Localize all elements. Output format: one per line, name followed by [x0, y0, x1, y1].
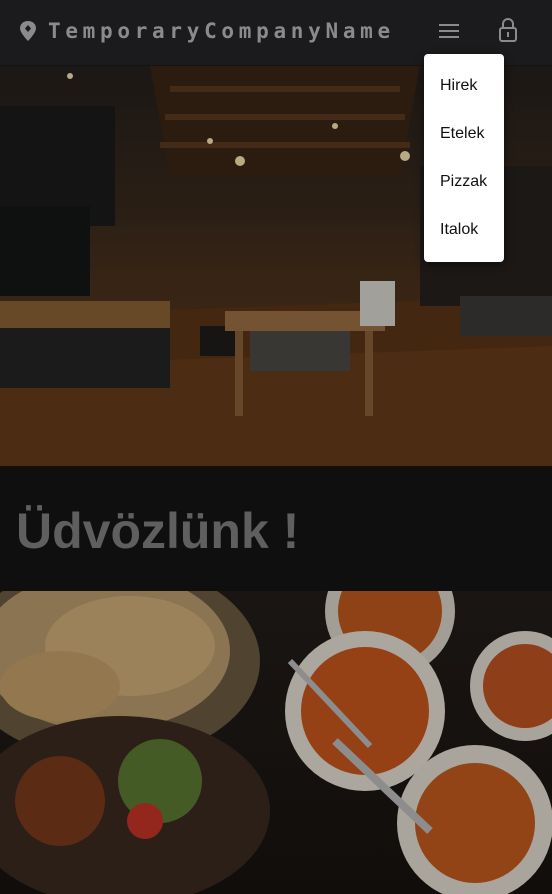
map-pin-icon — [20, 21, 36, 41]
brand-name[interactable]: TemporaryCompanyName — [48, 16, 395, 46]
lock-icon[interactable] — [495, 16, 521, 44]
menu-icon[interactable] — [436, 18, 462, 44]
food-dishes-photo — [0, 591, 552, 894]
menu-item-hirek[interactable]: Hirek — [424, 62, 504, 110]
menu-item-etelek[interactable]: Etelek — [424, 110, 504, 158]
menu-item-italok[interactable]: Italok — [424, 206, 504, 254]
menu-item-pizzak[interactable]: Pizzak — [424, 158, 504, 206]
nav-dropdown-menu: Hirek Etelek Pizzak Italok — [424, 54, 504, 262]
welcome-heading: Üdvözlünk ! — [16, 503, 300, 559]
